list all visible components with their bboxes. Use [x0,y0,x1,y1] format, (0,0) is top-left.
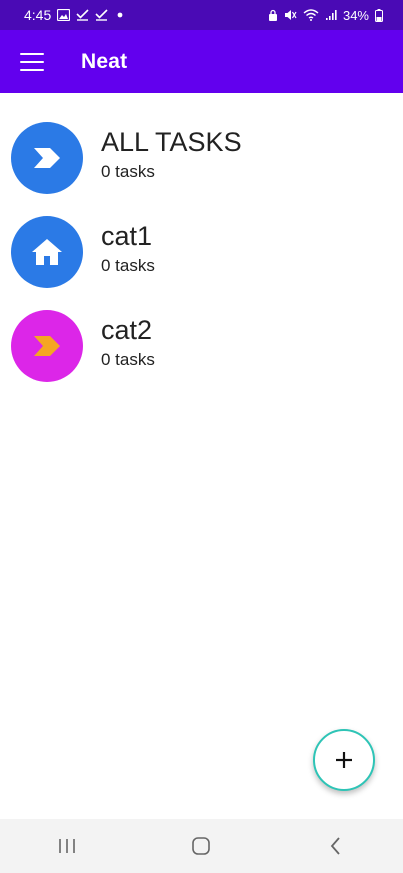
category-item-all-tasks[interactable]: ALL TASKS 0 tasks [0,112,403,206]
category-avatar [11,216,83,288]
category-name: cat2 [101,315,153,345]
lock-icon [268,9,278,22]
home-button[interactable] [171,826,231,866]
app-bar: Neat [0,30,403,93]
status-right: 34% [268,8,383,23]
menu-line [20,68,44,71]
signal-icon [325,9,337,21]
menu-line [20,60,44,63]
category-item-cat2[interactable]: cat2 0 tasks [0,300,403,394]
category-text: ALL TASKS 0 tasks [101,127,242,182]
chevron-right-icon [34,336,60,356]
back-icon [330,837,340,855]
system-nav-bar [0,819,403,873]
plus-icon [336,752,352,768]
category-item-cat1[interactable]: cat1 0 tasks [0,206,403,300]
home-icon [32,239,62,265]
dot-icon [114,9,126,21]
status-bar: 4:45 34% [0,0,403,30]
category-count: 0 tasks [101,162,155,181]
recents-icon [59,839,75,853]
category-avatar [11,122,83,194]
chevron-right-icon [34,148,60,168]
menu-line [20,52,44,55]
check-icon [76,9,89,21]
category-name: ALL TASKS [101,127,242,157]
category-count: 0 tasks [101,350,155,369]
status-left: 4:45 [24,7,126,23]
mute-icon [284,9,297,21]
wifi-icon [303,9,319,21]
back-button[interactable] [306,826,366,866]
add-category-button[interactable] [313,729,375,791]
category-name: cat1 [101,221,153,251]
category-list: ALL TASKS 0 tasks cat1 0 tasks cat2 0 ta… [0,112,403,394]
status-time: 4:45 [24,7,52,23]
category-avatar [11,310,83,382]
category-text: cat2 0 tasks [101,315,155,370]
check-icon [95,9,108,21]
category-count: 0 tasks [101,256,155,275]
category-text: cat1 0 tasks [101,221,155,276]
battery-icon [375,8,383,22]
image-icon [57,9,71,21]
battery-percent: 34% [342,7,369,23]
recents-button[interactable] [37,826,97,866]
hamburger-menu-icon[interactable] [20,52,44,71]
app-title: Neat [81,49,128,73]
home-nav-icon [192,837,211,855]
